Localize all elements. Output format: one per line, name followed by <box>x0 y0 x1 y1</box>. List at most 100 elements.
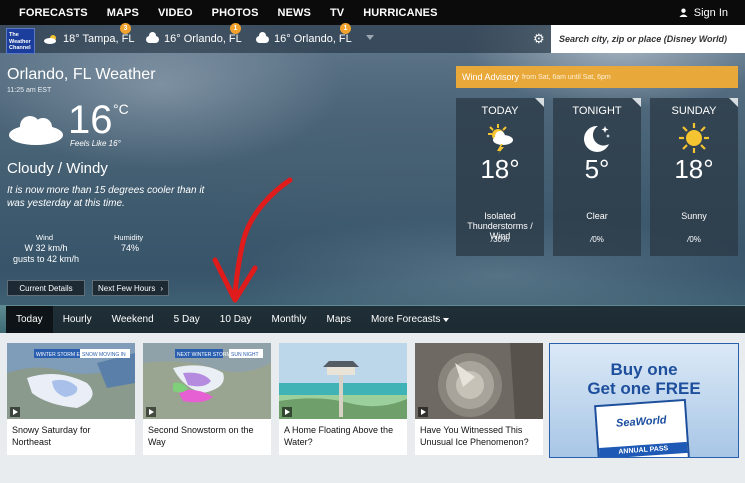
sun-icon <box>679 123 709 153</box>
tab-hourly[interactable]: Hourly <box>53 306 102 333</box>
location-label: 16° Orlando, FL <box>164 33 242 45</box>
wind-label: Wind <box>36 233 54 242</box>
sign-in-button[interactable]: Sign In <box>679 0 728 25</box>
play-icon <box>146 407 156 417</box>
forecast-description-line: Isolated <box>484 211 516 221</box>
weather-channel-logo[interactable]: The Weather Channel <box>6 28 35 54</box>
forecast-period: TONIGHT <box>572 105 622 117</box>
red-arrow-annotation <box>212 177 293 303</box>
next-few-hours-button[interactable]: Next Few Hours › <box>92 280 169 296</box>
partly-cloudy-icon <box>44 35 56 44</box>
location-label: 16° Orlando, FL <box>274 33 352 45</box>
humidity-label: Humidity <box>114 233 144 242</box>
corner-marker <box>535 98 544 107</box>
tab-5-day[interactable]: 5 Day <box>164 306 210 333</box>
temperature-unit: °C <box>113 101 129 117</box>
nav-photos[interactable]: PHOTOS <box>212 7 259 19</box>
snow-map-image: WINTER STORM ELI SNOW MOVING IN <box>7 343 135 419</box>
saved-location-orlando-2[interactable]: 16° Orlando, FL 1 <box>256 23 352 53</box>
saved-location-orlando-1[interactable]: 16° Orlando, FL 1 <box>146 23 242 53</box>
cloudy-icon <box>256 31 269 43</box>
ad-brand: SeaWorld <box>615 414 667 430</box>
alert-badge: 1 <box>230 23 241 34</box>
advisory-detail: from Sat, 6am until Sat, 6pm <box>522 73 611 81</box>
weather-page: FORECASTS MAPS VIDEO PHOTOS NEWS TV HURR… <box>0 0 745 483</box>
forecast-temperature: 5° <box>584 154 610 184</box>
forecast-card-today[interactable]: TODAY 18° Isolated Thunderstorms / Wind … <box>456 98 544 256</box>
thumbnail-tag: WINTER STORM ELI <box>36 352 84 358</box>
weather-note: It is now more than 15 degrees cooler th… <box>7 185 205 209</box>
tab-10-day[interactable]: 10 Day <box>210 306 262 333</box>
precip-chance: /0% <box>650 235 738 244</box>
tab-weekend[interactable]: Weekend <box>102 306 164 333</box>
ad-headline: Buy one <box>610 360 678 379</box>
nav-maps[interactable]: MAPS <box>107 7 139 19</box>
forecast-period: SUNDAY <box>671 105 717 117</box>
ad-pass-label: ANNUAL PASS <box>599 441 688 457</box>
video-card[interactable]: NEXT WINTER STORM SUN NIGHT Second Snows… <box>143 343 271 455</box>
precip-chance: /0% <box>553 235 641 244</box>
ad-subheadline: Get one FREE <box>587 379 701 398</box>
video-title: Second Snowstorm on the Way <box>148 425 254 447</box>
video-title: Snowy Saturday for Northeast <box>12 425 91 447</box>
sign-in-label: Sign In <box>693 6 728 19</box>
nav-forecasts[interactable]: FORECASTS <box>19 7 88 19</box>
thumbnail-tag: NEXT WINTER STORM <box>177 352 231 358</box>
forecast-card-tonight[interactable]: TONIGHT 5° Clear /0% <box>553 98 641 256</box>
current-details-button[interactable]: Current Details <box>7 280 85 296</box>
cloudy-icon <box>9 116 63 145</box>
weather-phrase: Cloudy / Windy <box>7 160 108 177</box>
play-icon <box>282 407 292 417</box>
chevron-down-icon <box>443 317 450 322</box>
search-input[interactable] <box>551 25 745 53</box>
video-card[interactable]: WINTER STORM ELI SNOW MOVING IN Snowy Sa… <box>7 343 135 455</box>
video-thumbnail: NEXT WINTER STORM SUN NIGHT <box>143 343 271 419</box>
play-icon <box>418 407 428 417</box>
ice-phenomenon-image <box>415 343 543 419</box>
moon-icon <box>584 125 610 152</box>
nav-news[interactable]: NEWS <box>278 7 311 19</box>
video-title: Have You Witnessed This Unusual Ice Phen… <box>420 425 529 447</box>
current-temperature: 16 <box>68 98 113 142</box>
page-title: Orlando, FL Weather <box>7 66 156 83</box>
wind-advisory-banner[interactable]: Wind Advisory from Sat, 6am until Sat, 6… <box>456 66 738 88</box>
saved-location-tampa[interactable]: 18° Tampa, FL 3 <box>44 23 135 53</box>
current-details-label: Current Details <box>19 283 73 293</box>
video-card[interactable]: Have You Witnessed This Unusual Ice Phen… <box>415 343 543 455</box>
next-few-hours-label: Next Few Hours <box>97 283 156 293</box>
video-thumbnail <box>279 343 407 419</box>
tab-more-forecasts[interactable]: More Forecasts <box>361 306 459 333</box>
precip-value: 30% <box>493 235 510 244</box>
tab-today[interactable]: Today <box>6 306 53 333</box>
gear-icon[interactable]: ⚙ <box>533 31 545 47</box>
seaworld-ad[interactable]: Buy one Get one FREE SeaWorld ANNUAL PAS… <box>549 343 739 458</box>
tab-maps[interactable]: Maps <box>317 306 361 333</box>
advisory-title: Wind Advisory <box>462 72 520 82</box>
chevron-right-icon: › <box>160 283 164 293</box>
precip-chance: /30% <box>456 235 544 244</box>
tab-monthly[interactable]: Monthly <box>261 306 316 333</box>
storm-map-image: NEXT WINTER STORM SUN NIGHT <box>143 343 271 419</box>
nav-video[interactable]: VIDEO <box>158 7 193 19</box>
forecast-temperature: 18° <box>480 154 520 184</box>
alert-badge: 1 <box>340 23 351 34</box>
play-icon <box>10 407 20 417</box>
observation-time: 11:25 am EST <box>7 87 52 94</box>
nav-hurricanes[interactable]: HURRICANES <box>363 7 437 19</box>
video-card[interactable]: A Home Floating Above the Water? <box>279 343 407 455</box>
video-title: A Home Floating Above the Water? <box>284 425 394 447</box>
precip-value: 0% <box>689 235 701 244</box>
chevron-down-icon[interactable] <box>366 35 374 40</box>
forecast-description-line: Clear <box>586 211 608 221</box>
precip-value: 0% <box>592 235 604 244</box>
humidity-value: 74% <box>120 243 139 253</box>
location-label: 18° Tampa, FL <box>63 33 135 45</box>
thumbnail-tag: SNOW MOVING IN <box>82 352 126 358</box>
user-icon <box>679 8 688 17</box>
sun-storm-icon <box>488 124 513 154</box>
forecast-description-line: Thunderstorms / <box>467 221 533 231</box>
forecast-period: TODAY <box>481 105 519 117</box>
forecast-card-sunday[interactable]: SUNDAY 18° Sunny /0% <box>650 98 738 256</box>
forecast-temperature: 18° <box>674 154 714 184</box>
nav-tv[interactable]: TV <box>330 7 344 19</box>
